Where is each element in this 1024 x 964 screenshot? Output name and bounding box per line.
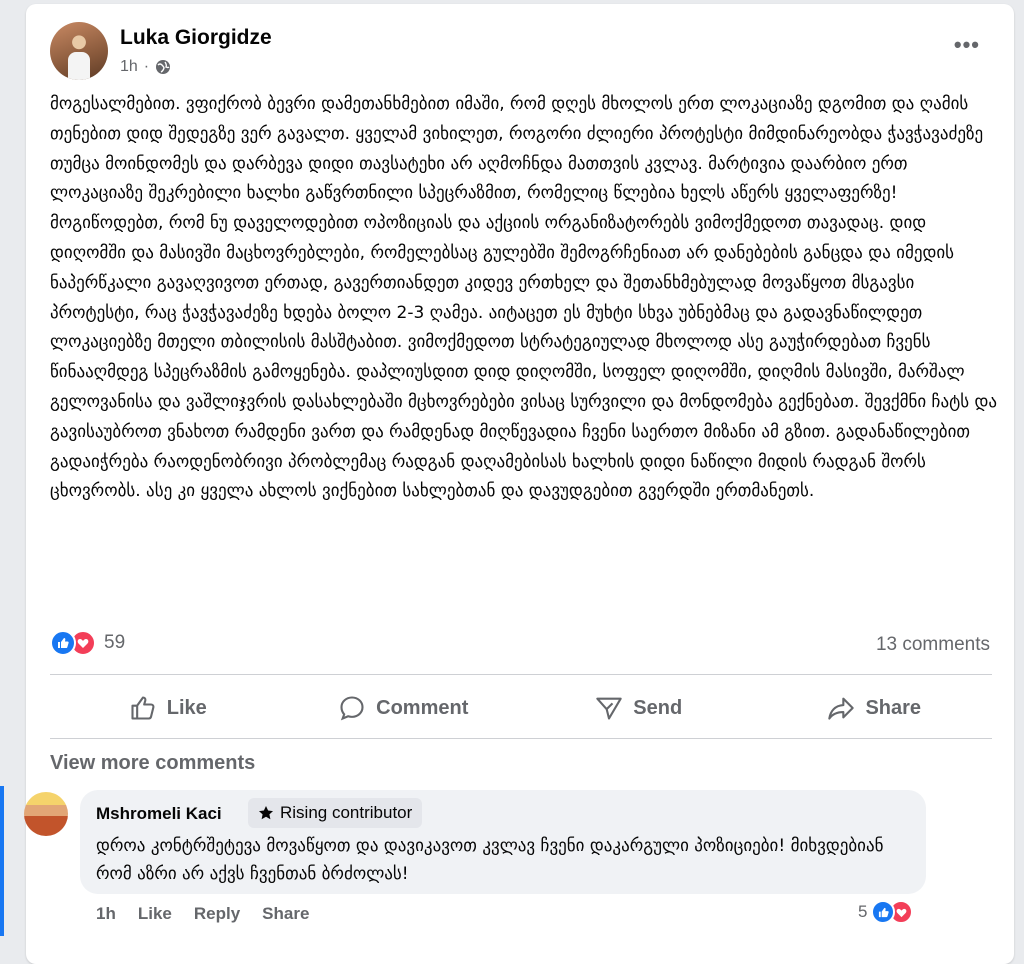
comment-button[interactable]: Comment (286, 680, 522, 736)
meta-separator: · (143, 58, 150, 75)
comment-reply-button[interactable]: Reply (194, 904, 240, 924)
comment-highlight-bar (0, 786, 4, 936)
more-options-icon[interactable]: ••• (954, 32, 980, 58)
author-avatar[interactable] (50, 22, 108, 80)
divider-bottom (50, 738, 992, 739)
share-icon (828, 697, 855, 720)
star-icon (259, 806, 273, 820)
commenter-avatar[interactable] (24, 792, 68, 836)
send-label: Send (633, 696, 683, 719)
comment-text: დროა კონტრშეტევა მოვაწყოთ და დავიკავოთ კ… (96, 836, 884, 884)
reaction-count: 59 (104, 632, 126, 653)
rising-contributor-badge[interactable]: Rising contributor (248, 798, 423, 828)
like-button[interactable]: Like (50, 680, 286, 736)
comment-bubble: Mshromeli Kaci Rising contributor დროა კ… (80, 790, 926, 894)
send-icon (596, 697, 623, 720)
comment-reaction-summary[interactable]: 5 (858, 900, 914, 924)
globe-icon[interactable] (155, 59, 171, 75)
comment-actions: 1h Like Reply Share (96, 904, 309, 924)
comment-like-button[interactable]: Like (138, 904, 172, 924)
comment-time[interactable]: 1h (96, 904, 116, 924)
post-meta: 1h · (120, 58, 171, 76)
comment-label: Comment (376, 696, 469, 719)
post-author-name[interactable]: Luka Giorgidze (120, 26, 272, 50)
post-text: მოგესალმებით. ვფიქრობ ბევრი დამეთანხმები… (50, 94, 998, 502)
comments-count-link[interactable]: 13 comments (876, 634, 990, 656)
divider-top (50, 674, 992, 675)
post-time[interactable]: 1h (120, 58, 138, 76)
post-actions-bar: Like Comment Send Share (50, 680, 992, 736)
comment-reaction-count: 5 (858, 902, 868, 921)
reaction-summary[interactable]: 59 (50, 630, 125, 656)
view-more-comments-link[interactable]: View more comments (50, 752, 255, 775)
comment-share-button[interactable]: Share (262, 904, 309, 924)
like-label: Like (166, 696, 207, 719)
thumbs-up-icon (131, 696, 155, 720)
comment-icon (340, 696, 364, 721)
share-button[interactable]: Share (757, 680, 993, 736)
comment-author-name[interactable]: Mshromeli Kaci (96, 804, 222, 824)
badge-label: Rising contributor (280, 803, 413, 822)
share-label: Share (865, 696, 922, 719)
send-button[interactable]: Send (521, 680, 757, 736)
like-reaction-icon (50, 630, 76, 656)
